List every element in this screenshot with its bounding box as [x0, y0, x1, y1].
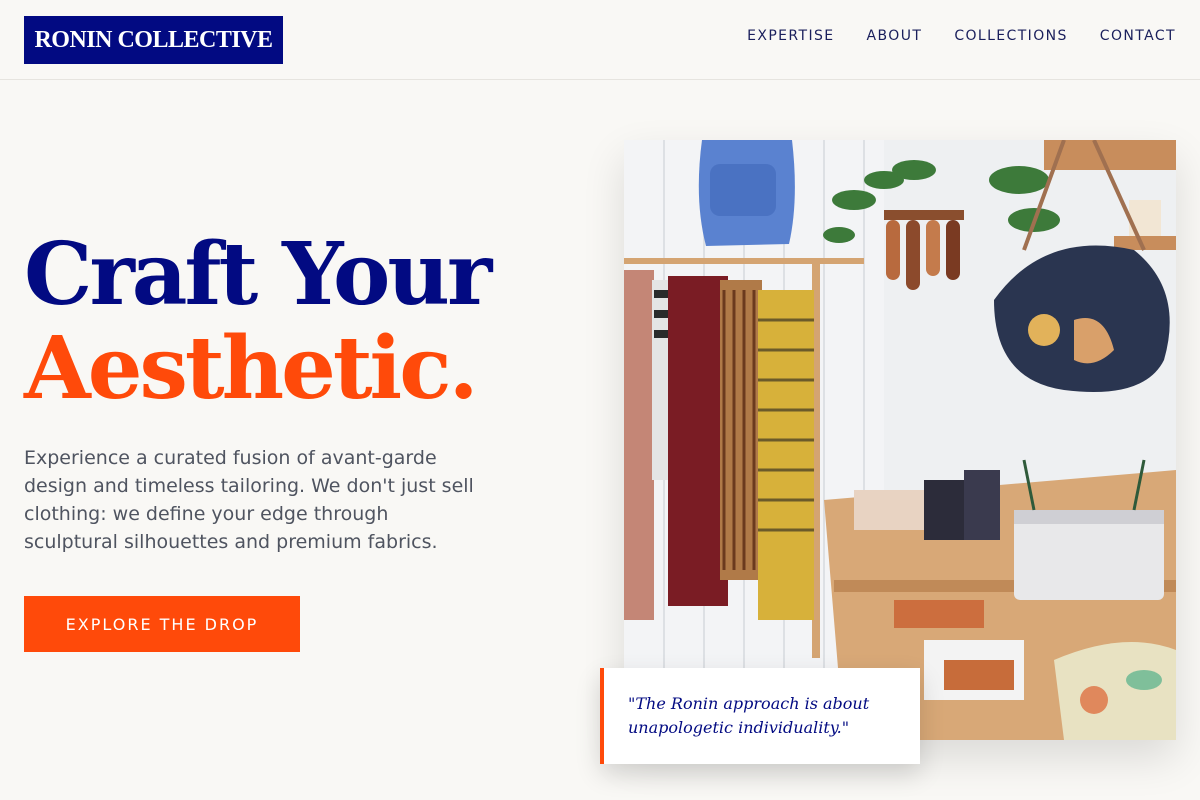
explore-drop-button[interactable]: EXPLORE THE DROP — [24, 596, 300, 652]
headline-line-2: Aesthetic. — [24, 318, 479, 419]
nav-link-expertise[interactable]: EXPERTISE — [747, 28, 834, 44]
headline-line-1: Craft Your — [24, 224, 492, 325]
nav-link-about[interactable]: ABOUT — [867, 28, 923, 44]
site-header: RONIN COLLECTIVE EXPERTISE ABOUT COLLECT… — [0, 0, 1200, 80]
testimonial-quote-card: "The Ronin approach is about unapologeti… — [600, 668, 920, 764]
main-nav: EXPERTISE ABOUT COLLECTIONS CONTACT — [747, 28, 1176, 44]
nav-link-contact[interactable]: CONTACT — [1100, 28, 1176, 44]
backpack-shape — [698, 140, 795, 246]
store-interior-illustration — [624, 140, 1176, 740]
hero-store-photo — [624, 140, 1176, 740]
brand-logo[interactable]: RONIN COLLECTIVE — [24, 16, 283, 64]
hero-headline: Craft Your Aesthetic. — [24, 224, 492, 419]
quote-text: "The Ronin approach is about unapologeti… — [628, 694, 870, 737]
nav-link-collections[interactable]: COLLECTIONS — [954, 28, 1067, 44]
hero-description: Experience a curated fusion of avant-gar… — [24, 447, 474, 553]
